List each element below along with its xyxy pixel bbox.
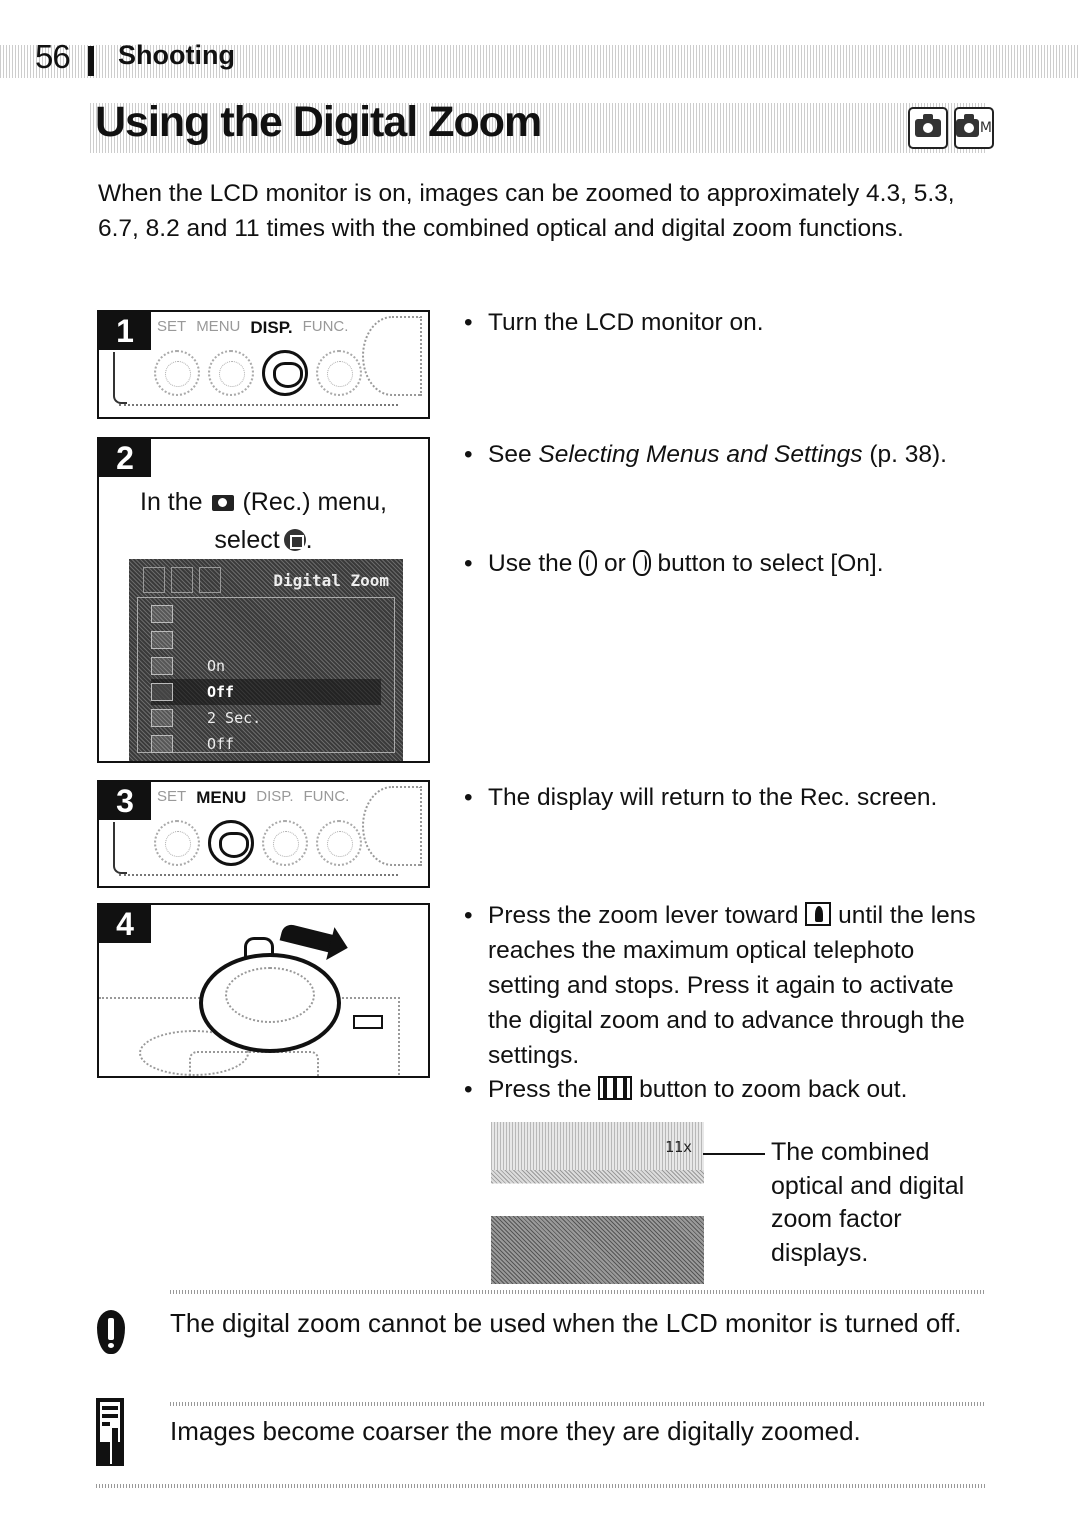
- wide-angle-icon: [598, 1076, 633, 1100]
- rec-camera-icon: [211, 495, 234, 511]
- step-number: 2: [99, 439, 151, 477]
- camera-auto-icon: [908, 107, 948, 149]
- step-number: 4: [99, 905, 151, 943]
- digital-zoom-icon: [283, 529, 306, 551]
- rec-tab-icon: [143, 567, 165, 593]
- note-icon: [96, 1398, 124, 1466]
- disp-button-icon: [262, 350, 308, 396]
- up-button-icon: [579, 550, 598, 576]
- lcd-menu-row: [151, 627, 381, 653]
- step-4-instructions: Press the zoom lever toward until the le…: [462, 898, 982, 1073]
- lcd-menu-row: On: [151, 653, 381, 679]
- step-3-illustration: SET MENU DISP. FUNC. 3: [97, 780, 430, 888]
- step-2-illustration: 2 In the (Rec.) menu, select. Digital Zo…: [97, 437, 430, 763]
- mode-dial-icon: [362, 786, 422, 866]
- lcd-menu-row-selected: Off: [151, 679, 381, 705]
- bullet-item: Press the zoom lever toward until the le…: [462, 898, 982, 1073]
- button-label-menu: MENU: [196, 318, 241, 335]
- menu-item-icon: [151, 631, 173, 649]
- lcd-menu-row: 2 Sec.: [151, 705, 381, 731]
- camera-manual-icon: M: [954, 107, 994, 149]
- down-button-icon: [632, 550, 651, 576]
- bullet-item: The display will return to the Rec. scre…: [462, 780, 982, 815]
- step-2-instructions: See Selecting Menus and Settings (p. 38)…: [462, 437, 982, 472]
- zoom-callout-caption: The combined optical and digital zoom fa…: [771, 1138, 965, 1267]
- caution-icon: [97, 1310, 125, 1354]
- disp-button-icon: [262, 820, 308, 866]
- caution-text: The digital zoom cannot be used when the…: [170, 1308, 962, 1338]
- button-label-disp: DISP.: [250, 318, 293, 337]
- button-label-set: SET: [157, 788, 187, 805]
- step-number: 1: [99, 312, 151, 350]
- digital-zoom-icon: [151, 683, 173, 701]
- bullet-item: See Selecting Menus and Settings (p. 38)…: [462, 437, 982, 472]
- menu-button-icon: [208, 350, 254, 396]
- step-4-illustration: 4: [97, 903, 430, 1078]
- menu-item-icon: [151, 605, 173, 623]
- set-button-icon: [154, 820, 200, 866]
- button-label-func: FUNC.: [303, 788, 350, 805]
- telephoto-icon: [805, 902, 832, 926]
- lcd-menu-list: On Off 2 Sec. Off: [151, 601, 381, 757]
- button-label-disp: DISP.: [256, 788, 294, 805]
- mode-dial-icon: [362, 316, 422, 396]
- menu-item-icon: [151, 657, 173, 675]
- button-label-func: FUNC.: [302, 318, 349, 335]
- bullet-item: Use the or button to select [On].: [462, 546, 982, 581]
- my-camera-tab-icon: [199, 567, 221, 593]
- button-label-set: SET: [157, 318, 187, 335]
- note-text: Images become coarser the more they are …: [170, 1416, 861, 1446]
- step-3-instructions: The display will return to the Rec. scre…: [462, 780, 982, 815]
- func-button-icon: [316, 350, 362, 396]
- telephoto-icon: [353, 1015, 383, 1029]
- divider: [170, 1290, 985, 1294]
- lcd-menu-row: [151, 601, 381, 627]
- menu-item-icon: [151, 735, 173, 753]
- menu-item-icon: [151, 709, 173, 727]
- set-button-icon: [154, 350, 200, 396]
- divider: [96, 1484, 985, 1488]
- button-label-menu: MENU: [196, 788, 247, 807]
- step-2-instructions-2: Use the or button to select [On].: [462, 546, 982, 581]
- zoom-lever-icon: [199, 953, 341, 1053]
- zoom-factor-readout: 11x: [665, 1138, 693, 1156]
- setup-tab-icon: [171, 567, 193, 593]
- mode-icons: M: [908, 107, 994, 149]
- camera-button-labels: SET MENU DISP. FUNC.: [157, 318, 348, 338]
- lcd-menu-row: Off: [151, 731, 381, 757]
- intro-paragraph: When the LCD monitor is on, images can b…: [98, 180, 955, 242]
- lcd-menu-screen: Digital Zoom On Off 2 Sec. Off: [129, 559, 403, 761]
- bullet-item: Press the button to zoom back out.: [462, 1072, 982, 1107]
- menu-button-icon: [208, 820, 254, 866]
- header-divider: [88, 46, 94, 76]
- divider: [170, 1402, 985, 1406]
- page-number: 56: [35, 38, 71, 75]
- page-title: Using the Digital Zoom: [95, 98, 542, 146]
- step-2-instruction: In the (Rec.) menu, select.: [140, 488, 387, 554]
- bullet-item: Turn the LCD monitor on.: [462, 305, 982, 340]
- step-number: 3: [99, 782, 151, 820]
- callout-line: [703, 1153, 765, 1155]
- lcd-menu-title: Digital Zoom: [273, 571, 389, 590]
- cross-reference-link: Selecting Menus and Settings: [538, 441, 863, 468]
- camera-button-labels: SET MENU DISP. FUNC.: [157, 788, 349, 808]
- step-4-instructions-2: Press the button to zoom back out.: [462, 1072, 982, 1107]
- rotate-arrow-icon: [279, 922, 337, 954]
- section-title: Shooting: [118, 40, 235, 70]
- step-1-instructions: Turn the LCD monitor on.: [462, 305, 982, 340]
- func-button-icon: [316, 820, 362, 866]
- step-1-illustration: SET MENU DISP. FUNC. 1: [97, 310, 430, 419]
